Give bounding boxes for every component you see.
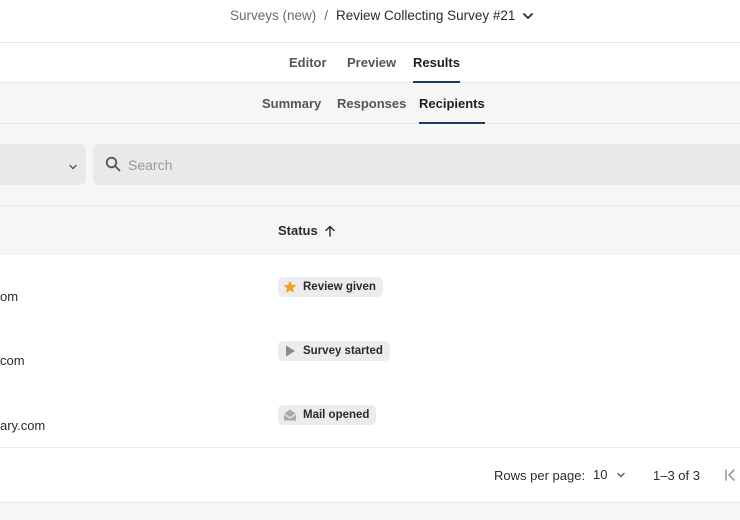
breadcrumb: Surveys (new) / Review Collecting Survey… (230, 8, 534, 23)
tab-preview[interactable]: Preview (347, 43, 396, 83)
search-box (93, 144, 740, 185)
column-header-status[interactable]: Status (278, 223, 336, 238)
subtab-recipients[interactable]: Recipients (419, 83, 485, 124)
search-icon (105, 156, 121, 172)
table-row[interactable]: com Survey started (0, 319, 740, 383)
status-label: Review given (303, 281, 376, 293)
table-row[interactable]: ary.com Mail opened (0, 383, 740, 447)
table-header: Status (0, 206, 740, 254)
subtab-summary[interactable]: Summary (262, 83, 321, 124)
breadcrumb-separator: / (324, 8, 329, 23)
table-row[interactable]: om Review given (0, 255, 740, 319)
status-badge: Survey started (278, 341, 390, 361)
breadcrumb-current[interactable]: Review Collecting Survey #21 (336, 8, 515, 23)
star-icon (283, 280, 297, 294)
breadcrumb-parent-link[interactable]: Surveys (new) (230, 8, 316, 23)
recipient-email: om (0, 289, 19, 304)
chevron-down-icon (617, 472, 626, 477)
bottom-strip (0, 502, 740, 520)
envelope-open-icon (283, 408, 297, 422)
tab-results[interactable]: Results (413, 43, 460, 83)
tab-editor[interactable]: Editor (289, 43, 327, 83)
status-label: Survey started (303, 345, 383, 357)
status-badge: Mail opened (278, 405, 377, 425)
chevron-down-icon (68, 159, 78, 170)
filter-dropdown[interactable] (0, 144, 86, 185)
recipient-email: com (0, 353, 25, 368)
rows-per-page-value: 10 (593, 467, 608, 482)
rows-per-page-label: Rows per page: (494, 468, 586, 483)
main-tabs: Editor Preview Results (0, 43, 740, 83)
subtab-responses[interactable]: Responses (337, 83, 406, 124)
top-bar: Surveys (new) / Review Collecting Survey… (0, 0, 740, 43)
chevron-down-icon[interactable] (522, 10, 534, 22)
play-icon (283, 344, 297, 358)
sub-tabs: Summary Responses Recipients (0, 83, 740, 124)
search-input[interactable] (128, 144, 728, 185)
rows-per-page-select[interactable]: 10 (593, 467, 626, 482)
status-label: Mail opened (303, 409, 370, 421)
first-page-icon[interactable] (722, 467, 738, 483)
column-header-label: Status (278, 223, 318, 238)
pagination-range: 1–3 of 3 (653, 468, 700, 483)
arrow-up-icon (325, 225, 335, 237)
pagination-footer: Rows per page: 10 1–3 of 3 (0, 447, 740, 502)
filter-bar (0, 124, 740, 206)
status-badge: Review given (278, 277, 383, 297)
recipient-email: ary.com (0, 418, 46, 433)
